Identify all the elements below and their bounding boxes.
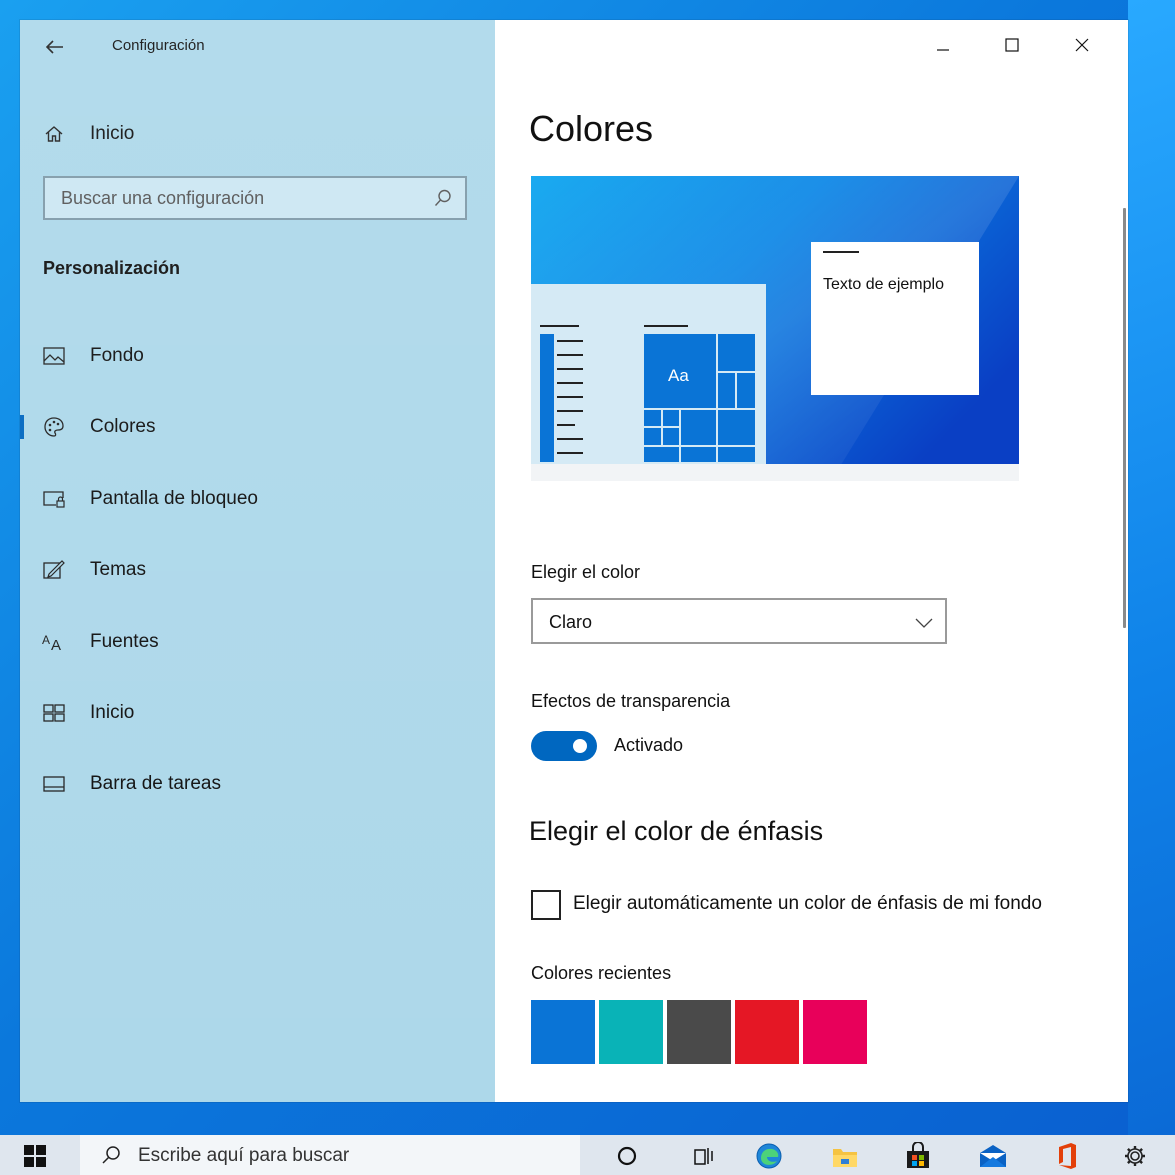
search-icon: [102, 1146, 120, 1164]
edge-icon[interactable]: [754, 1141, 784, 1171]
color-swatch-teal[interactable]: [599, 1000, 663, 1064]
sidebar-item-colores[interactable]: Colores: [20, 405, 495, 449]
sidebar-item-label: Barra de tareas: [90, 773, 221, 794]
choose-color-value: Claro: [549, 612, 593, 632]
section-title: Personalización: [43, 258, 181, 278]
page-title: Colores: [529, 108, 654, 149]
transparency-state: Activado: [614, 735, 684, 755]
preview-sample-text: Texto de ejemplo: [823, 276, 944, 293]
minimize-button[interactable]: [920, 30, 966, 60]
windows-start-icon[interactable]: [24, 1145, 46, 1167]
preview-tile-label: Aa: [668, 366, 689, 385]
color-swatch-red[interactable]: [735, 1000, 799, 1064]
sidebar-item-label: Temas: [90, 559, 146, 580]
maximize-button[interactable]: [989, 30, 1035, 60]
scrollbar-thumb[interactable]: [1123, 208, 1126, 628]
chevron-down-icon: [915, 618, 933, 628]
settings-window: Configuración Inicio Personalización Fon…: [20, 20, 1128, 1102]
back-arrow-icon: [46, 40, 63, 54]
accent-color-heading: Elegir el color de énfasis: [529, 816, 824, 846]
transparency-label: Efectos de transparencia: [531, 691, 731, 711]
back-button[interactable]: [40, 32, 70, 62]
office-icon[interactable]: [1052, 1141, 1082, 1171]
transparency-toggle[interactable]: [531, 731, 597, 761]
fonts-icon: AA: [42, 630, 66, 654]
mail-icon[interactable]: [978, 1141, 1008, 1171]
maximize-icon: [1005, 38, 1019, 52]
sidebar-item-label: Colores: [90, 416, 156, 437]
task-view-icon[interactable]: [689, 1141, 719, 1171]
taskbar-search-placeholder: Escribe aquí para buscar: [138, 1145, 350, 1166]
settings-search-box[interactable]: [43, 176, 467, 220]
sidebar-item-label: Fuentes: [90, 631, 159, 652]
settings-search-input[interactable]: [59, 178, 423, 218]
sidebar-item-barra-de-tareas[interactable]: Barra de tareas: [20, 762, 495, 806]
sidebar-item-pantalla-de-bloqueo[interactable]: Pantalla de bloqueo: [20, 477, 495, 521]
sidebar-item-label: Fondo: [90, 345, 144, 366]
auto-accent-checkbox[interactable]: [531, 890, 561, 920]
sidebar-item-inicio[interactable]: Inicio: [20, 691, 495, 735]
sidebar-item-label: Inicio: [90, 123, 135, 144]
close-button[interactable]: [1059, 30, 1105, 60]
file-explorer-icon[interactable]: [830, 1141, 860, 1171]
start-icon: [42, 701, 66, 725]
sidebar: Configuración Inicio Personalización Fon…: [20, 20, 495, 1102]
auto-accent-label: Elegir automáticamente un color de énfas…: [573, 893, 1042, 914]
sidebar-item-label: Inicio: [90, 702, 135, 723]
palette-icon: [42, 415, 66, 439]
title-bar: Configuración: [20, 20, 495, 72]
picture-icon: [42, 344, 66, 368]
taskbar-icon: [42, 772, 66, 796]
active-indicator: [20, 415, 24, 439]
choose-color-dropdown[interactable]: Claro: [531, 598, 947, 644]
theme-preview-image: Aa Texto de ejemplo: [531, 176, 1019, 481]
settings-gear-icon[interactable]: [1120, 1141, 1150, 1171]
themes-icon: [42, 558, 66, 582]
app-title: Configuración: [112, 37, 205, 54]
recent-colors-label: Colores recientes: [531, 963, 672, 983]
svg-text:A: A: [42, 633, 50, 647]
minimize-icon: [937, 49, 949, 51]
sidebar-item-fondo[interactable]: Fondo: [20, 334, 495, 378]
sidebar-item-fuentes[interactable]: AA Fuentes: [20, 620, 495, 664]
color-swatch-pink[interactable]: [803, 1000, 867, 1064]
taskbar-search-box[interactable]: Escribe aquí para buscar: [80, 1135, 580, 1175]
svg-text:A: A: [51, 637, 61, 652]
toggle-knob: [573, 739, 587, 753]
close-icon: [1075, 38, 1089, 52]
sidebar-item-temas[interactable]: Temas: [20, 548, 495, 592]
color-swatch-blue[interactable]: [531, 1000, 595, 1064]
sidebar-item-label: Pantalla de bloqueo: [90, 488, 258, 509]
color-swatch-gray[interactable]: [667, 1000, 731, 1064]
theme-preview: Aa Texto de ejemplo: [531, 176, 1019, 481]
home-icon: [42, 122, 66, 146]
cortana-icon[interactable]: [612, 1141, 642, 1171]
taskbar: Escribe aquí para buscar: [0, 1135, 1175, 1175]
store-icon[interactable]: [903, 1141, 933, 1171]
desktop-background: [1128, 0, 1175, 1135]
choose-color-label: Elegir el color: [531, 562, 641, 582]
sidebar-item-home[interactable]: Inicio: [20, 112, 495, 156]
lock-screen-icon: [42, 487, 66, 511]
search-icon[interactable]: [433, 188, 453, 208]
main-content: Colores Aa Texto de ejemplo Elegir el co…: [495, 20, 1128, 1102]
recent-colors: [531, 1000, 867, 1064]
